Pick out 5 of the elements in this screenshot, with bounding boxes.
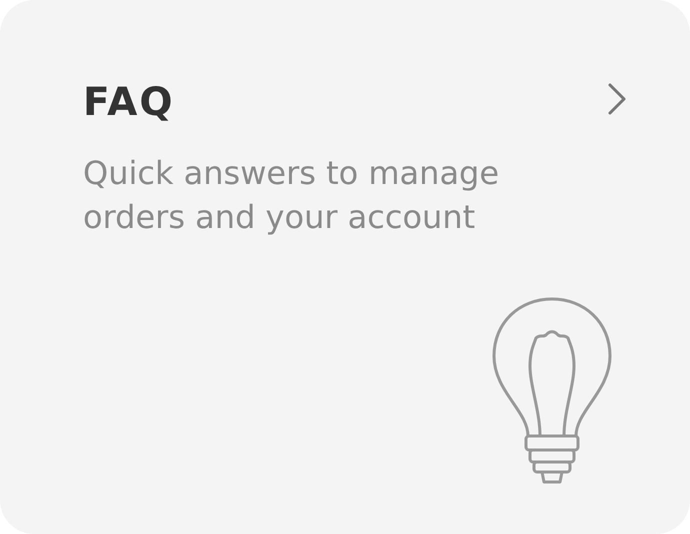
card-description: Quick answers to manage orders and your account bbox=[83, 152, 500, 238]
card-title: FAQ bbox=[83, 82, 175, 125]
faq-card[interactable]: FAQ Quick answers to manage orders and your account bbox=[0, 0, 690, 534]
light-bulb-icon bbox=[490, 296, 614, 486]
chevron-right-icon bbox=[606, 82, 628, 116]
